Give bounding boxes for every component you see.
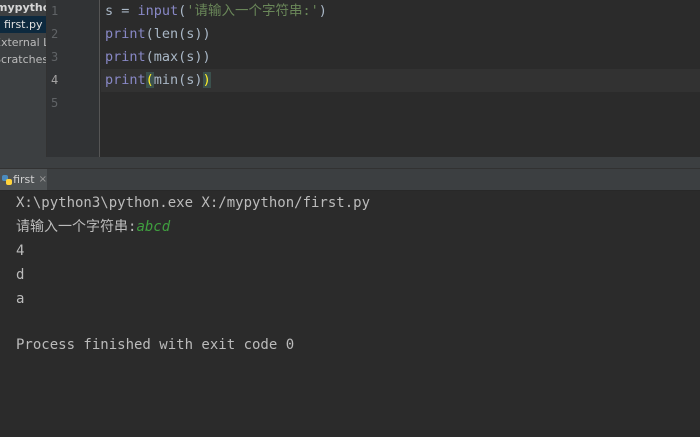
console-prompt-line: 请输入一个字符串:abcd: [16, 216, 170, 239]
scratches-item[interactable]: Scratches and Consoles: [0, 51, 46, 68]
code-token-builtin: print: [105, 26, 146, 42]
code-line-2[interactable]: print(len(s)): [105, 23, 211, 46]
code-token-rest: (len(s)): [145, 26, 211, 42]
run-console[interactable]: X:\python3\python.exe X:/mypython/first.…: [0, 191, 700, 437]
code-token-builtin: print: [105, 72, 146, 88]
ide-window: mypython first.py External Libraries Scr…: [0, 0, 700, 437]
code-token-paren: ): [318, 3, 327, 19]
code-token-rest: (max(s)): [145, 49, 211, 65]
code-line-3[interactable]: print(max(s)): [105, 46, 211, 69]
code-token-op: =: [113, 3, 138, 19]
console-command-line: X:\python3\python.exe X:/mypython/first.…: [16, 195, 371, 211]
code-token-builtin: input: [137, 3, 179, 19]
project-root-item[interactable]: mypython: [0, 0, 46, 16]
close-icon[interactable]: ×: [39, 174, 47, 185]
line-number: 3: [51, 50, 59, 64]
editor-gutter: 1 2 3 4 5: [47, 0, 100, 157]
code-token-rest: min(s): [153, 72, 203, 88]
code-token-var: s: [105, 3, 114, 19]
matched-brace-open: (: [145, 72, 154, 88]
matched-brace-close: ): [202, 72, 211, 88]
code-editor[interactable]: s = input('请输入一个字符串:') print(len(s)) pri…: [101, 0, 700, 157]
run-tab-label: first: [13, 173, 35, 186]
console-exit-message: Process finished with exit code 0: [16, 337, 295, 353]
line-number: 5: [51, 96, 59, 110]
code-line-1[interactable]: s = input('请输入一个字符串:'): [105, 0, 327, 23]
code-line-4[interactable]: print(min(s)): [105, 69, 211, 92]
line-number: 1: [51, 4, 59, 18]
project-panel: mypython first.py External Libraries Scr…: [0, 0, 47, 157]
line-number-current: 4: [51, 73, 59, 87]
console-output-line: d: [16, 267, 25, 283]
code-token-string: '请输入一个字符串:': [186, 3, 319, 19]
run-tab-bar: first ×: [0, 169, 700, 191]
run-tab-first[interactable]: first ×: [0, 169, 47, 190]
console-user-input: abcd: [136, 219, 171, 235]
run-window-header: [0, 157, 700, 169]
project-file-first-py[interactable]: first.py: [0, 16, 46, 33]
line-number: 2: [51, 27, 59, 41]
console-output-line: 4: [16, 243, 25, 259]
external-libraries-item[interactable]: External Libraries: [0, 34, 46, 51]
python-file-icon: [2, 174, 13, 185]
console-output-line: a: [16, 291, 25, 307]
console-prompt-text: 请输入一个字符串:: [16, 219, 137, 235]
code-token-builtin: print: [105, 49, 146, 65]
